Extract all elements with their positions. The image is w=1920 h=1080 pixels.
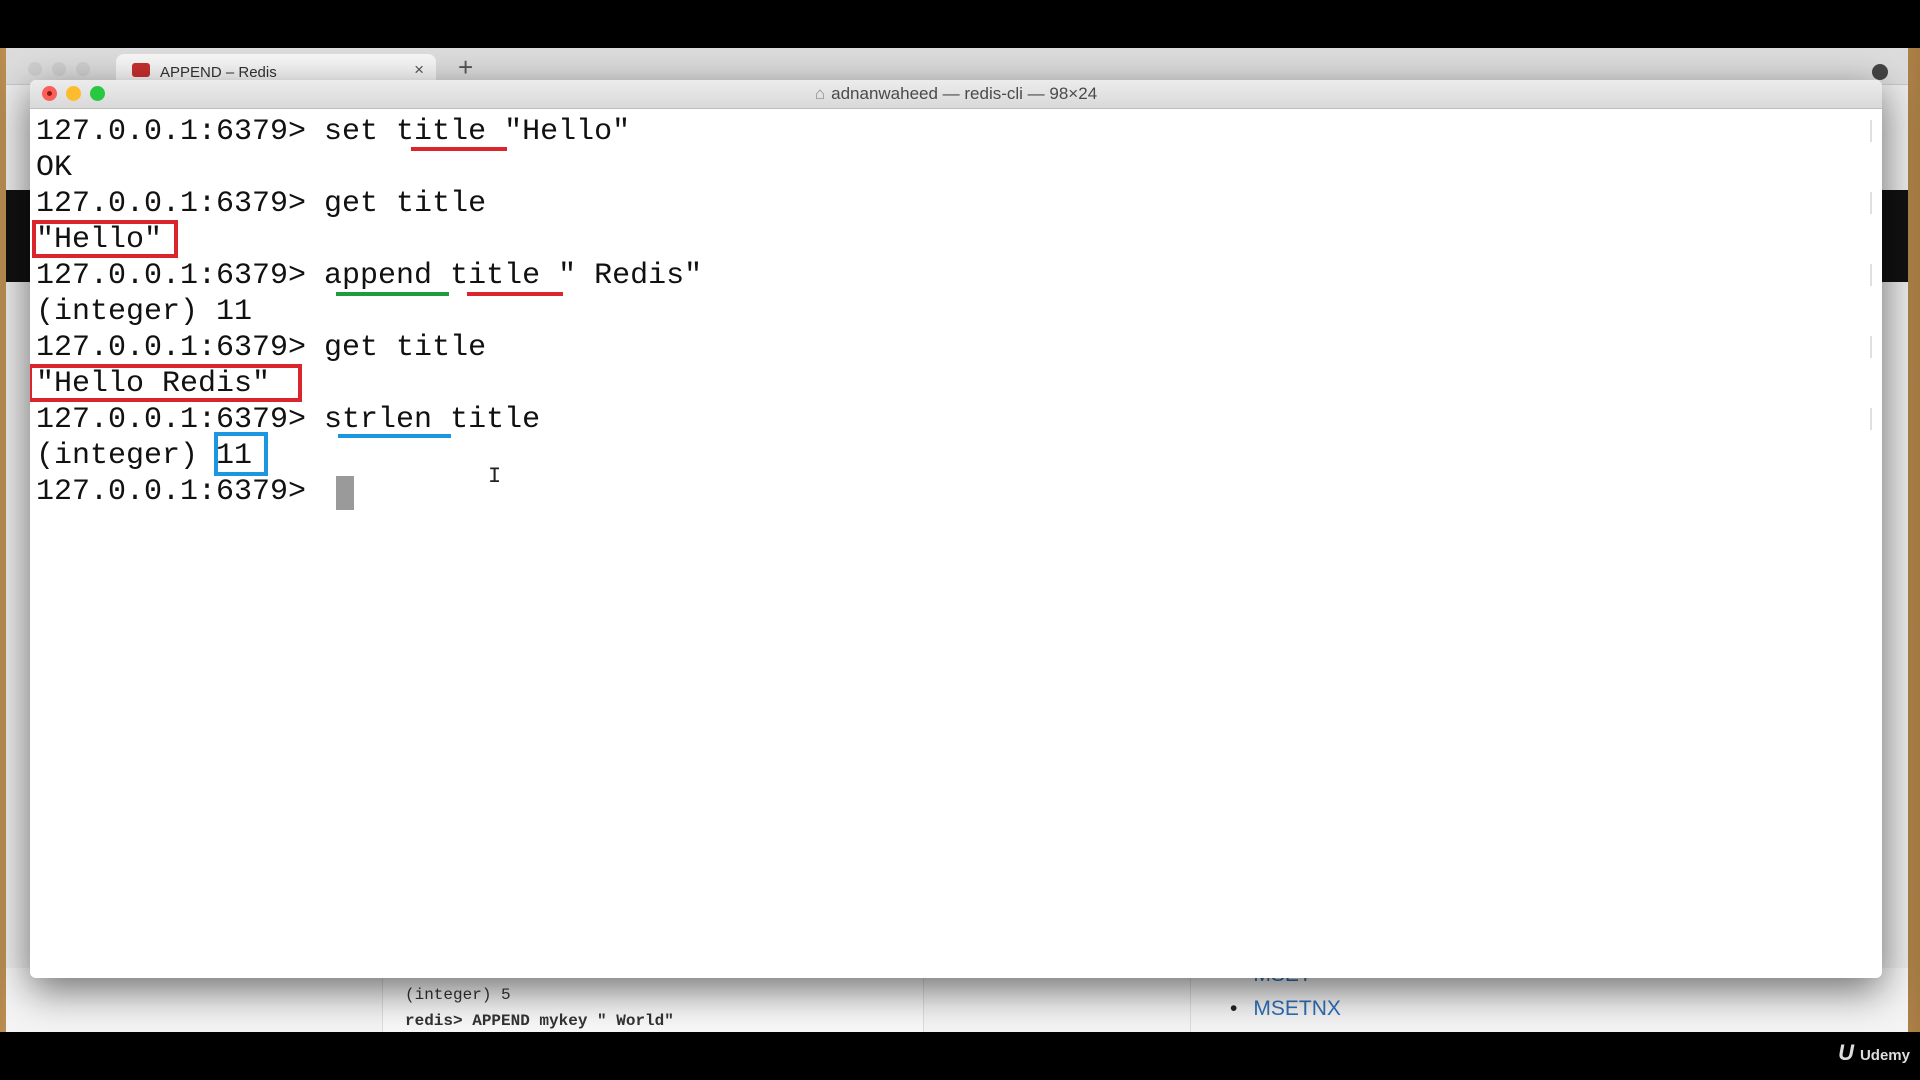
- udemy-logo-icon: U: [1838, 1040, 1854, 1065]
- terminal-line: 127.0.0.1:6379> get title: [36, 331, 487, 365]
- edge-mark: [1870, 192, 1872, 214]
- highlight-box-length: [214, 432, 268, 476]
- edge-mark: [1870, 336, 1872, 358]
- profile-icon[interactable]: [1872, 64, 1888, 80]
- underline-title-set: [411, 147, 507, 151]
- tab-close-icon[interactable]: ×: [414, 60, 424, 80]
- terminal-window[interactable]: ⌂ adnanwaheed — redis-cli — 98×24 127.0.0…: [30, 80, 1882, 978]
- code-example: redis> APPEND mykey "Hello" (integer) 5 …: [382, 960, 924, 1032]
- browser-tab-title: APPEND – Redis: [160, 64, 277, 81]
- browser-window-controls: [28, 62, 100, 81]
- edge-mark: [1870, 264, 1872, 286]
- udemy-watermark: U Udemy: [1838, 1040, 1910, 1066]
- terminal-line: 127.0.0.1:6379> get title: [36, 187, 487, 221]
- terminal-line: (integer) 11: [36, 295, 253, 329]
- browser-zoom-button[interactable]: [76, 62, 90, 76]
- terminal-line: 127.0.0.1:6379> set title "Hello": [36, 115, 631, 149]
- terminal-line: 127.0.0.1:6379>: [36, 475, 325, 509]
- terminal-cursor: [336, 476, 354, 510]
- terminal-title-bar[interactable]: ⌂ adnanwaheed — redis-cli — 98×24: [30, 80, 1882, 109]
- code-line: redis> APPEND mykey " World": [405, 1012, 674, 1030]
- code-line: (integer) 5: [405, 986, 511, 1004]
- home-icon: ⌂: [814, 84, 826, 103]
- browser-minimize-button[interactable]: [52, 62, 66, 76]
- terminal-screen[interactable]: 127.0.0.1:6379> set title "Hello" OK 127…: [30, 114, 1876, 974]
- link-msetnx[interactable]: MSETNX: [1230, 992, 1341, 1026]
- new-tab-button[interactable]: +: [458, 52, 473, 83]
- highlight-box-hello-redis: [30, 364, 302, 402]
- underline-append: [336, 292, 449, 296]
- highlight-box-hello: [32, 220, 178, 258]
- terminal-title: ⌂ adnanwaheed — redis-cli — 98×24: [30, 84, 1882, 104]
- udemy-watermark-text: Udemy: [1859, 1047, 1910, 1064]
- terminal-title-text: adnanwaheed — redis-cli — 98×24: [831, 84, 1098, 103]
- terminal-line: 127.0.0.1:6379> strlen title: [36, 403, 541, 437]
- edge-mark: [1870, 120, 1872, 142]
- edge-mark: [1870, 408, 1872, 430]
- underline-title-append: [467, 292, 563, 296]
- terminal-line: OK: [36, 151, 73, 185]
- redis-favicon-icon: [132, 63, 150, 77]
- browser-close-button[interactable]: [28, 62, 42, 76]
- terminal-line: 127.0.0.1:6379> append title " Redis": [36, 259, 703, 293]
- text-cursor-icon: I: [488, 464, 502, 489]
- underline-strlen: [338, 434, 451, 438]
